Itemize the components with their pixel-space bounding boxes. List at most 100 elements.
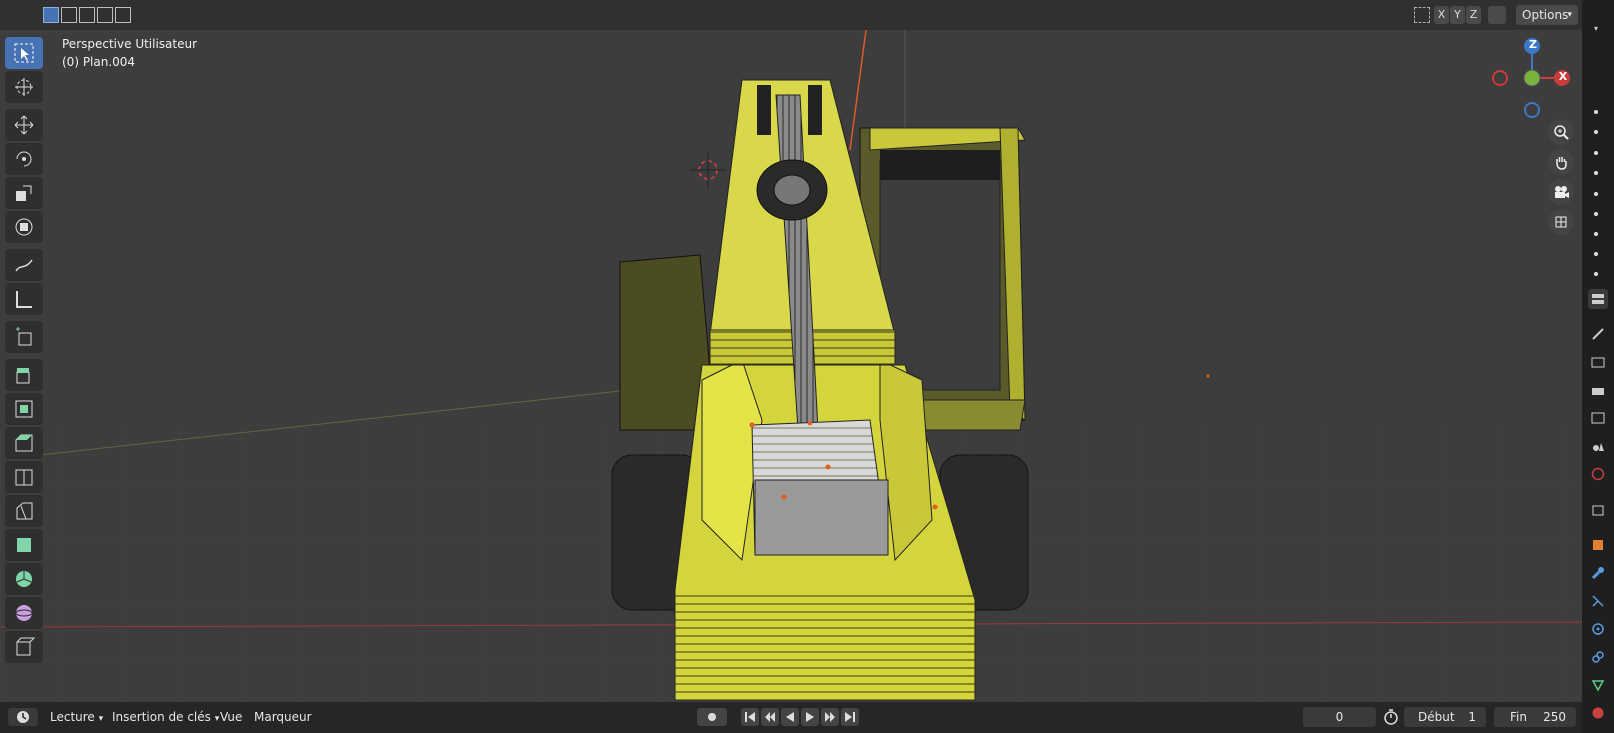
select-extend-mode-icon[interactable]: [61, 7, 77, 23]
particles-properties-tab[interactable]: [1588, 591, 1608, 611]
next-keyframe-icon: [825, 712, 835, 722]
mirror-x-toggle[interactable]: X: [1434, 6, 1449, 24]
zoom-button[interactable]: [1548, 119, 1574, 145]
active-object-label: (0) Plan.004: [62, 55, 136, 69]
data-properties-tab[interactable]: [1588, 675, 1608, 695]
material-properties-tab[interactable]: [1588, 703, 1608, 723]
mirror-y-toggle[interactable]: Y: [1450, 6, 1465, 24]
outliner-dot[interactable]: [1594, 110, 1598, 114]
current-frame-field[interactable]: 0: [1303, 707, 1376, 727]
jump-end-button[interactable]: [841, 708, 859, 726]
mirror-icon[interactable]: [1414, 7, 1430, 23]
outliner-dot[interactable]: [1594, 171, 1598, 175]
outliner-dot[interactable]: [1594, 212, 1598, 216]
outliner-dot[interactable]: [1594, 272, 1598, 276]
end-frame-label: Fin: [1510, 710, 1527, 724]
scene-properties-tab[interactable]: [1588, 436, 1608, 456]
cursor-tool[interactable]: [5, 71, 43, 103]
keying-menu[interactable]: Insertion de clés ▾: [112, 710, 219, 724]
editor-type-icon: [1592, 294, 1604, 304]
play-reverse-button[interactable]: [781, 708, 799, 726]
start-frame-field[interactable]: Début 1: [1404, 707, 1486, 727]
shear-tool[interactable]: [5, 631, 43, 663]
gizmo-z-label: Z: [1529, 38, 1537, 51]
shear-icon: [16, 637, 35, 656]
modifier-properties-tab[interactable]: [1588, 563, 1608, 583]
world-properties-tab[interactable]: [1588, 464, 1608, 484]
outliner-dot[interactable]: [1594, 130, 1598, 134]
material-icon: [1592, 707, 1604, 719]
inset-tool[interactable]: [5, 393, 43, 425]
select-subtract-mode-icon[interactable]: [79, 7, 95, 23]
mesh-data-icon: [1591, 680, 1605, 692]
select-box-icon: [14, 43, 34, 63]
outliner-dot[interactable]: [1594, 151, 1598, 155]
transform-tool[interactable]: [5, 211, 43, 243]
properties-tab-active[interactable]: [1588, 289, 1608, 309]
camera-view-button[interactable]: [1548, 179, 1574, 205]
outliner-dot[interactable]: [1594, 252, 1598, 256]
rotate-icon: [16, 151, 32, 167]
grid-icon: [1555, 216, 1567, 228]
extrude-tool[interactable]: [5, 359, 43, 391]
select-box-tool[interactable]: [5, 37, 43, 69]
jump-start-button[interactable]: [741, 708, 759, 726]
select-new-mode-icon[interactable]: [43, 7, 59, 23]
measure-tool[interactable]: [5, 283, 43, 315]
end-frame-field[interactable]: Fin 250: [1494, 707, 1576, 727]
mirror-z-toggle[interactable]: Z: [1466, 6, 1481, 24]
gizmo-neg-x-axis: [1492, 70, 1508, 86]
scene-render[interactable]: [0, 0, 1582, 702]
prev-keyframe-button[interactable]: [761, 708, 779, 726]
add-cube-icon: [16, 327, 32, 346]
editor-type-button[interactable]: [8, 708, 38, 726]
view-menu[interactable]: Vue: [220, 710, 242, 724]
stopwatch-icon[interactable]: [1383, 709, 1399, 725]
timeline-header: Lecture ▾ Insertion de clés ▾ Vue Marque…: [0, 702, 1582, 733]
auto-keying-toggle[interactable]: [697, 708, 727, 726]
object-properties-tab[interactable]: [1588, 535, 1608, 555]
annotate-tool[interactable]: [5, 249, 43, 281]
rotate-tool[interactable]: [5, 143, 43, 175]
add-cube-tool[interactable]: [5, 321, 43, 353]
smooth-tool[interactable]: [5, 597, 43, 629]
pan-button[interactable]: [1548, 149, 1574, 175]
chevron-down-icon: ▾: [1594, 24, 1599, 33]
playback-menu-label: Lecture: [50, 710, 95, 724]
next-keyframe-button[interactable]: [821, 708, 839, 726]
poly-build-tool[interactable]: [5, 529, 43, 561]
box-icon: [1592, 505, 1604, 516]
playback-menu[interactable]: Lecture ▾: [50, 710, 103, 724]
start-frame-label: Début: [1418, 710, 1455, 724]
constraints-properties-tab[interactable]: [1588, 647, 1608, 667]
physics-properties-tab[interactable]: [1588, 619, 1608, 639]
scale-tool[interactable]: [5, 177, 43, 209]
output-properties-tab[interactable]: [1588, 380, 1608, 400]
projection-toggle-button[interactable]: [1548, 209, 1574, 235]
end-frame-value: 250: [1543, 710, 1566, 724]
tool-properties-tab[interactable]: [1588, 324, 1608, 344]
options-dropdown[interactable]: Options ▾: [1516, 5, 1578, 25]
outliner-dot[interactable]: [1594, 192, 1598, 196]
move-icon: [14, 115, 34, 135]
select-intersect-mode-icon[interactable]: [115, 7, 131, 23]
jump-end-icon: [845, 712, 855, 722]
marker-menu[interactable]: Marqueur: [254, 710, 312, 724]
select-invert-mode-icon[interactable]: [97, 7, 113, 23]
collection-properties-tab[interactable]: [1588, 500, 1608, 520]
loop-cut-tool[interactable]: [5, 461, 43, 493]
bevel-tool[interactable]: [5, 427, 43, 459]
play-button[interactable]: [801, 708, 819, 726]
clock-icon: [17, 711, 29, 723]
render-properties-tab[interactable]: [1588, 352, 1608, 372]
move-tool[interactable]: [5, 109, 43, 141]
3d-viewport[interactable]: X Y Z Options ▾ Perspective Utilisateur …: [0, 0, 1582, 702]
knife-tool[interactable]: [5, 495, 43, 527]
outliner-dot[interactable]: [1594, 232, 1598, 236]
view-layer-properties-tab[interactable]: [1588, 408, 1608, 428]
spin-tool[interactable]: [5, 563, 43, 595]
poly-build-icon: [17, 538, 31, 552]
topology-icon[interactable]: [1488, 6, 1506, 24]
transform-icon: [15, 218, 33, 236]
printer-icon: [1592, 388, 1604, 395]
